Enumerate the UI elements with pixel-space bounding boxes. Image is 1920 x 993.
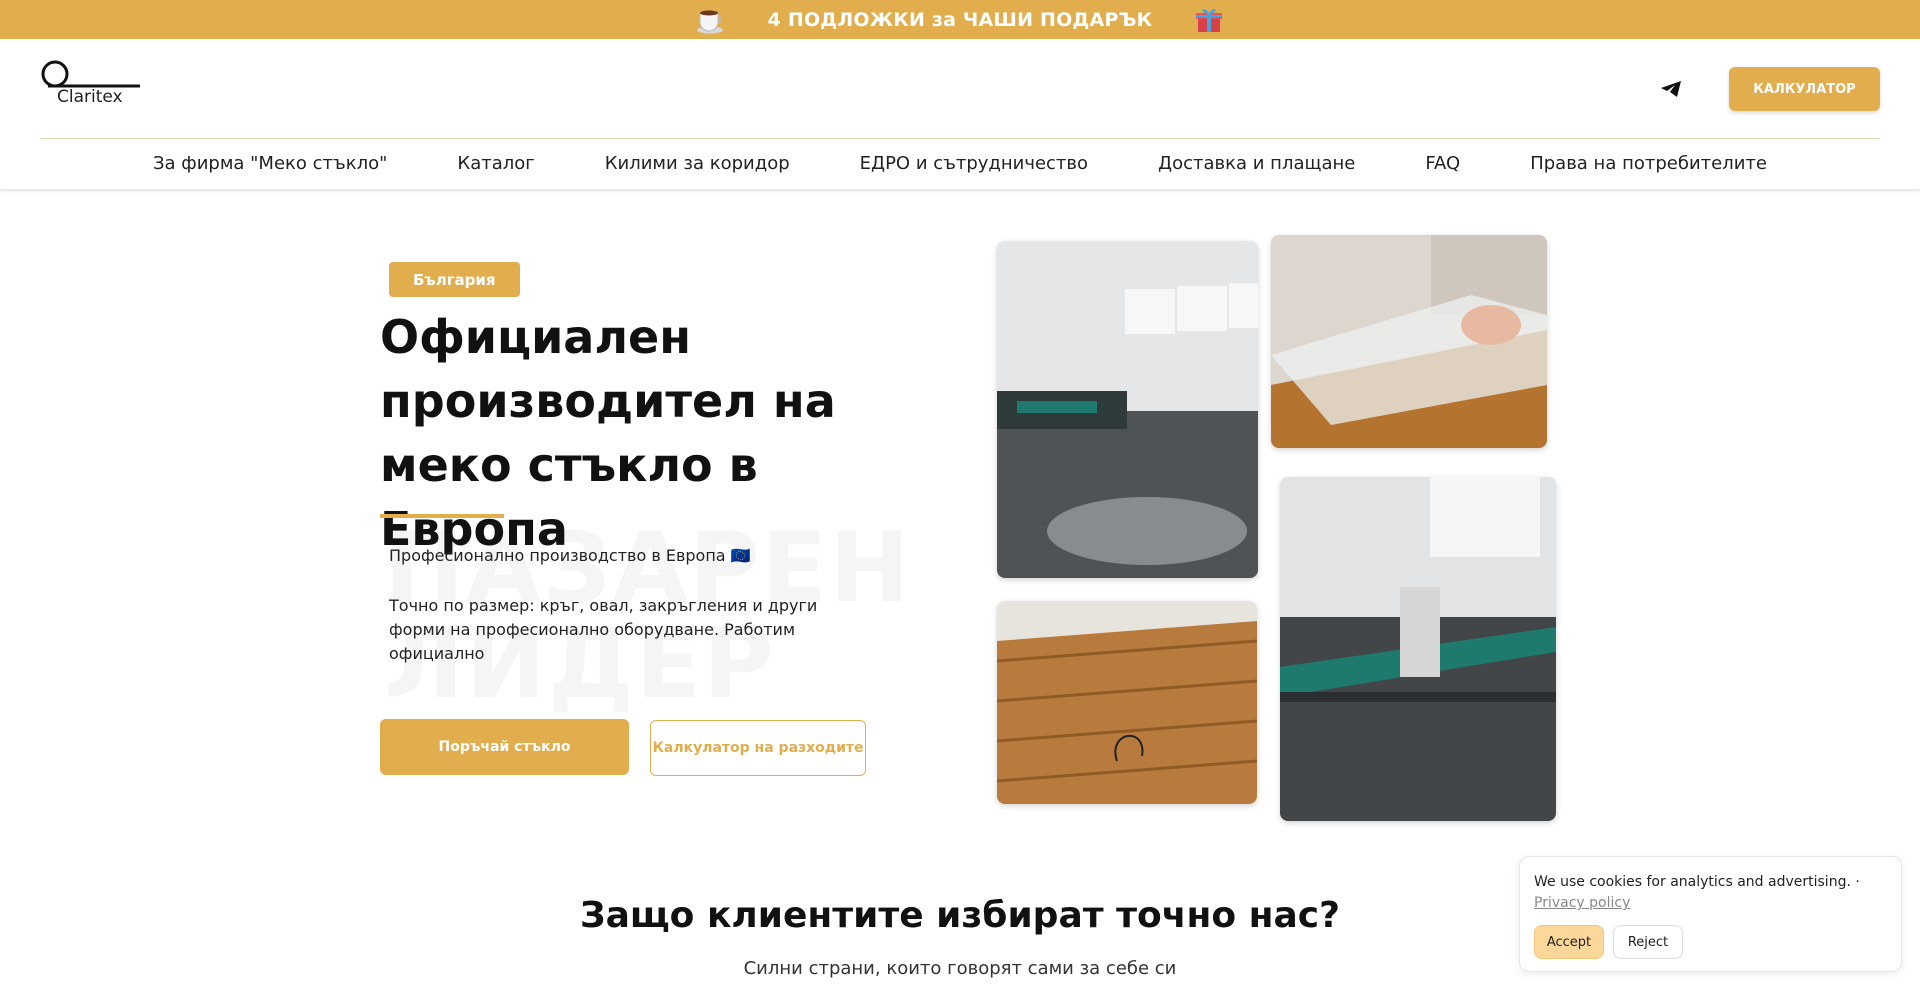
telegram-icon[interactable] <box>1660 80 1682 98</box>
hero-paragraph-2: Точно по размер: кръг, овал, закръгления… <box>389 596 818 663</box>
privacy-policy-link[interactable]: Privacy policy <box>1534 895 1630 911</box>
cookie-accept-button[interactable]: Accept <box>1534 925 1604 959</box>
nav-item-delivery[interactable]: Доставка и плащане <box>1158 153 1355 189</box>
cookie-reject-button[interactable]: Reject <box>1613 925 1683 959</box>
logo-text: Claritex <box>57 87 123 107</box>
nav-item-about[interactable]: За фирма "Меко стъкло" <box>153 153 387 189</box>
nav-item-catalog[interactable]: Каталог <box>457 153 534 189</box>
calculator-button[interactable]: КАЛКУЛАТОР <box>1729 67 1880 111</box>
cost-calculator-button[interactable]: Калкулатор на разходите <box>650 720 866 776</box>
nav-item-wholesale[interactable]: ЕДРО и сътрудничество <box>860 153 1088 189</box>
cookie-text: We use cookies for analytics and adverti… <box>1534 874 1860 890</box>
main-nav: За фирма "Меко стъкло" Каталог Килими за… <box>0 153 1920 189</box>
wooden-table-photo <box>997 601 1257 804</box>
hero-underline <box>380 514 504 518</box>
glass-corner-photo <box>1271 235 1547 448</box>
site-header: Claritex КАЛКУЛАТОР За фирма "Меко стъкл… <box>0 39 1920 189</box>
cookie-message: We use cookies for analytics and adverti… <box>1534 872 1890 914</box>
workshop-photo <box>997 241 1258 578</box>
country-badge: България <box>389 262 520 297</box>
hero-paragraph-1: Професионално производство в Европа 🇪🇺 <box>389 546 751 565</box>
hero-title: Официален производител на меко стъкло в … <box>380 310 836 556</box>
order-glass-button[interactable]: Поръчай стъкло <box>380 719 629 775</box>
cutting-machine-photo <box>1280 477 1556 821</box>
header-divider <box>40 138 1880 139</box>
gift-icon <box>1192 4 1226 36</box>
nav-item-carpets[interactable]: Килими за коридор <box>605 153 790 189</box>
promo-text: 4 ПОДЛОЖКИ за ЧАШИ ПОДАРЪК <box>767 8 1153 31</box>
nav-item-faq[interactable]: FAQ <box>1425 153 1460 189</box>
cookie-banner: We use cookies for analytics and adverti… <box>1519 856 1902 972</box>
coffee-cup-icon <box>694 4 728 36</box>
nav-item-consumer-rights[interactable]: Права на потребителите <box>1530 153 1767 189</box>
promo-bar: 4 ПОДЛОЖКИ за ЧАШИ ПОДАРЪК <box>0 0 1920 39</box>
